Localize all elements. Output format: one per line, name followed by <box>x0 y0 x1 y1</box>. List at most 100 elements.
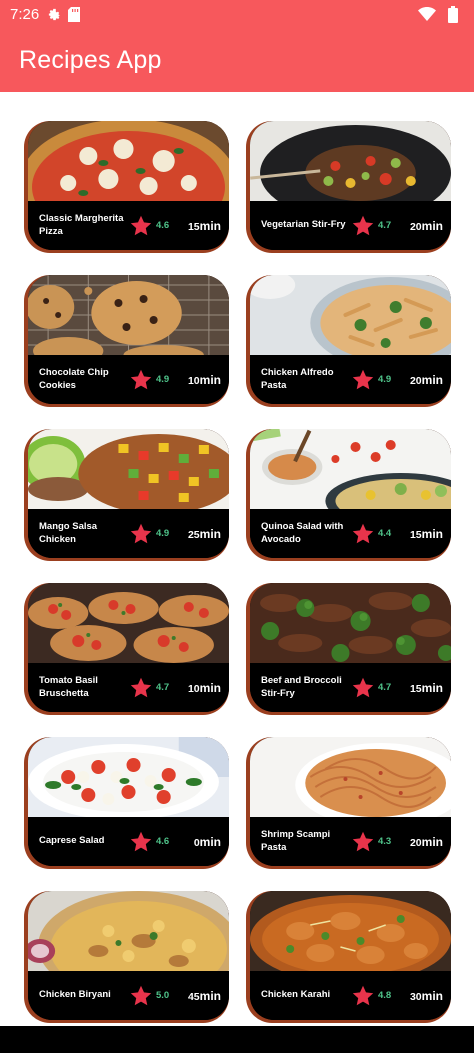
time-unit: min <box>421 218 443 233</box>
status-time: 7:26 <box>10 5 40 23</box>
recipe-image-caprese <box>28 737 229 817</box>
recipe-image-mango <box>28 429 229 509</box>
recipe-info: Quinoa Salad with Avocado 4.4 15min <box>250 509 451 558</box>
rating-value: 4.7 <box>378 682 392 693</box>
wifi-icon <box>418 7 436 21</box>
recipe-info: Shrimp Scampi Pasta 4.3 20min <box>250 817 451 866</box>
recipe-image-cookies <box>28 275 229 355</box>
recipe-time: 20min <box>410 373 443 387</box>
time-unit: min <box>199 988 221 1003</box>
star-icon <box>352 831 374 851</box>
recipe-rating: 4.3 <box>351 830 391 854</box>
recipe-name: Mango Salsa Chicken <box>39 521 98 545</box>
recipe-card[interactable]: Shrimp Scampi Pasta 4.3 20min <box>246 737 451 869</box>
status-bar: 7:26 <box>0 0 474 28</box>
recipe-time: 15min <box>410 527 443 541</box>
rating-value: 4.3 <box>378 836 392 847</box>
recipe-info: Chicken Biryani 5.0 45min <box>28 971 229 1020</box>
rating-value: 4.7 <box>156 682 170 693</box>
star-icon <box>130 831 152 851</box>
time-value: 30 <box>409 990 422 1003</box>
time-value: 15 <box>187 220 200 233</box>
time-value: 45 <box>187 990 200 1003</box>
recipe-info: Mango Salsa Chicken 4.9 25min <box>28 509 229 558</box>
time-unit: min <box>421 680 443 695</box>
rating-value: 4.8 <box>378 990 392 1001</box>
time-unit: min <box>199 218 221 233</box>
rating-value: 4.9 <box>378 374 392 385</box>
recipe-rating: 4.4 <box>351 522 391 546</box>
time-value: 15 <box>409 682 422 695</box>
recipe-rating: 4.8 <box>351 984 391 1008</box>
recipe-info: Vegetarian Stir-Fry 4.7 20min <box>250 201 451 250</box>
system-nav-bar <box>0 1026 474 1053</box>
time-value: 25 <box>187 528 200 541</box>
time-unit: min <box>199 834 221 849</box>
rating-value: 4.9 <box>156 374 170 385</box>
time-value: 15 <box>409 528 422 541</box>
recipe-card[interactable]: Tomato Basil Bruschetta 4.7 10min <box>24 583 229 715</box>
time-value: 10 <box>187 682 200 695</box>
recipe-card[interactable]: Vegetarian Stir-Fry 4.7 20min <box>246 121 451 253</box>
recipe-name: Chicken Biryani <box>39 989 111 1001</box>
recipe-time: 20min <box>410 219 443 233</box>
rating-value: 4.7 <box>378 220 392 231</box>
recipe-image-biryani <box>28 891 229 971</box>
recipe-image-beef <box>250 583 451 663</box>
recipe-image-bruschetta <box>28 583 229 663</box>
recipe-name: Quinoa Salad with Avocado <box>261 521 344 545</box>
star-icon <box>130 523 152 543</box>
recipe-card[interactable]: Mango Salsa Chicken 4.9 25min <box>24 429 229 561</box>
rating-value: 4.6 <box>156 836 170 847</box>
star-icon <box>352 985 374 1005</box>
recipe-image-karahi <box>250 891 451 971</box>
star-icon <box>352 677 374 697</box>
recipe-name: Chocolate Chip Cookies <box>39 367 109 391</box>
app-bar: Recipes App <box>0 28 474 92</box>
time-unit: min <box>421 988 443 1003</box>
star-icon <box>352 369 374 389</box>
recipe-rating: 4.7 <box>129 676 169 700</box>
recipe-info: Caprese Salad 4.6 0min <box>28 817 229 866</box>
recipe-card[interactable]: Quinoa Salad with Avocado 4.4 15min <box>246 429 451 561</box>
recipe-card[interactable]: Chocolate Chip Cookies 4.9 10min <box>24 275 229 407</box>
time-unit: min <box>199 526 221 541</box>
recipe-card[interactable]: Classic Margherita Pizza 4.6 15min <box>24 121 229 253</box>
recipe-time: 0min <box>194 835 221 849</box>
recipe-rating: 4.7 <box>351 214 391 238</box>
recipe-info: Beef and Broccoli Stir-Fry 4.7 15min <box>250 663 451 712</box>
recipe-rating: 4.9 <box>129 368 169 392</box>
recipe-info: Chicken Karahi 4.8 30min <box>250 971 451 1020</box>
time-unit: min <box>421 834 443 849</box>
time-value: 20 <box>409 836 422 849</box>
recipe-image-quinoa <box>250 429 451 509</box>
recipe-name: Shrimp Scampi Pasta <box>261 829 331 853</box>
recipe-card[interactable]: Chicken Karahi 4.8 30min <box>246 891 451 1023</box>
star-icon <box>352 523 374 543</box>
battery-icon <box>448 5 458 23</box>
recipe-info: Chocolate Chip Cookies 4.9 10min <box>28 355 229 404</box>
star-icon <box>130 677 152 697</box>
recipe-card[interactable]: Chicken Biryani 5.0 45min <box>24 891 229 1023</box>
recipe-card[interactable]: Beef and Broccoli Stir-Fry 4.7 15min <box>246 583 451 715</box>
recipe-image-stirfry <box>250 121 451 201</box>
recipe-rating: 4.6 <box>129 830 169 854</box>
recipe-time: 10min <box>188 373 221 387</box>
recipe-name: Caprese Salad <box>39 835 105 847</box>
recipe-card[interactable]: Caprese Salad 4.6 0min <box>24 737 229 869</box>
rating-value: 4.9 <box>156 528 170 539</box>
recipe-rating: 4.9 <box>129 522 169 546</box>
recipe-rating: 5.0 <box>129 984 169 1008</box>
recipe-name: Beef and Broccoli Stir-Fry <box>261 675 342 699</box>
recipe-name: Tomato Basil Bruschetta <box>39 675 98 699</box>
time-value: 20 <box>409 374 422 387</box>
time-unit: min <box>199 680 221 695</box>
time-unit: min <box>199 372 221 387</box>
recipe-image-pizza <box>28 121 229 201</box>
recipe-image-scampi <box>250 737 451 817</box>
recipe-image-alfredo <box>250 275 451 355</box>
page-title: Recipes App <box>19 45 162 74</box>
recipe-grid: Classic Margherita Pizza 4.6 15min Veget… <box>0 92 474 1026</box>
rating-value: 4.4 <box>378 528 392 539</box>
recipe-card[interactable]: Chicken Alfredo Pasta 4.9 20min <box>246 275 451 407</box>
